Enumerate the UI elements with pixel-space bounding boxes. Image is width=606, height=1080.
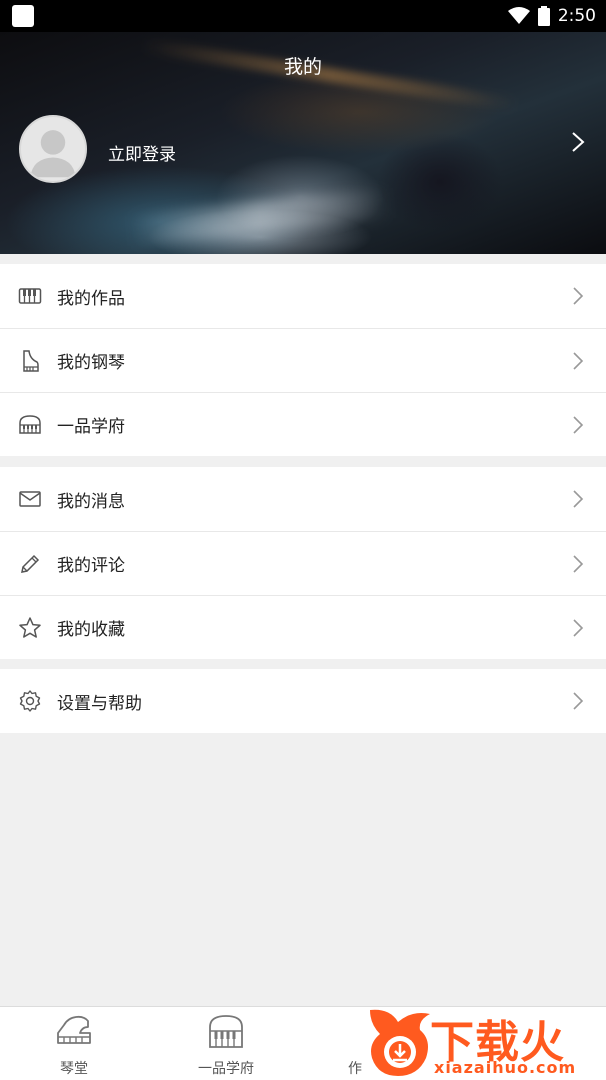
menu-item-academy[interactable]: 一品学府: [0, 392, 606, 456]
gear-icon: [18, 689, 42, 713]
menu-item-label: 我的作品: [57, 288, 125, 309]
chevron-right-icon: [573, 619, 584, 637]
login-link[interactable]: 立即登录: [108, 140, 176, 165]
wifi-icon: [507, 7, 530, 24]
piano-keys-icon: [18, 284, 42, 308]
chevron-right-icon: [573, 352, 584, 370]
chevron-right-icon: [573, 287, 584, 305]
menu-item-label: 我的评论: [57, 556, 125, 576]
menu-item-label: 我的收藏: [57, 620, 125, 640]
pencil-icon: [18, 552, 42, 576]
page-title: 我的: [283, 56, 322, 78]
grand-piano-icon: [209, 1015, 243, 1048]
chevron-right-icon: [573, 692, 584, 710]
menu-item-my-messages[interactable]: 我的消息: [0, 467, 606, 531]
menu-item-settings-help[interactable]: 设置与帮助: [0, 669, 606, 733]
menu-item-label: 我的消息: [57, 491, 125, 512]
watermark-url: xiazaihuo.com: [434, 1058, 577, 1077]
default-avatar-icon: [30, 130, 76, 178]
mail-icon: [18, 487, 42, 511]
avatar[interactable]: [19, 115, 87, 183]
profile-header: 我的 立即登录: [0, 32, 606, 254]
piano-icon: [18, 349, 42, 373]
flame-download-icon: [370, 1009, 430, 1076]
grand-piano-icon: [18, 413, 42, 437]
chevron-right-icon[interactable]: [570, 130, 586, 154]
status-right: 2:50: [507, 6, 596, 26]
menu-group-social: 我的消息 我的评论 我的收藏: [0, 467, 606, 659]
menu-item-my-works[interactable]: 我的作品: [0, 264, 606, 328]
menu-item-label: 我的钢琴: [57, 353, 125, 373]
tab-qintang[interactable]: 琴堂: [14, 1013, 134, 1078]
app-notification-icon: [12, 5, 34, 27]
chevron-right-icon: [573, 416, 584, 434]
status-time: 2:50: [557, 6, 596, 26]
watermark-logo: 下载火 xiazaihuo.com: [360, 1000, 606, 1080]
background-image-blur-2: [129, 188, 391, 246]
chevron-right-icon: [573, 490, 584, 508]
piano-icon: [57, 1015, 91, 1044]
chevron-right-icon: [573, 555, 584, 573]
star-icon: [18, 616, 42, 640]
tab-academy[interactable]: 一品学府: [166, 1013, 286, 1078]
menu-group-content: 我的作品 我的钢琴 一品学府: [0, 264, 606, 456]
menu-item-label: 一品学府: [57, 417, 125, 437]
status-left: [12, 5, 34, 27]
menu-item-label: 设置与帮助: [57, 693, 142, 714]
battery-icon: [537, 6, 550, 26]
menu-item-my-comments[interactable]: 我的评论: [0, 531, 606, 595]
status-bar: 2:50: [0, 0, 606, 32]
tab-label: 琴堂: [60, 1061, 88, 1077]
menu-group-settings: 设置与帮助: [0, 669, 606, 733]
menu-item-my-favorites[interactable]: 我的收藏: [0, 595, 606, 659]
menu-item-my-piano[interactable]: 我的钢琴: [0, 328, 606, 392]
tab-label: 一品学府: [198, 1061, 254, 1077]
